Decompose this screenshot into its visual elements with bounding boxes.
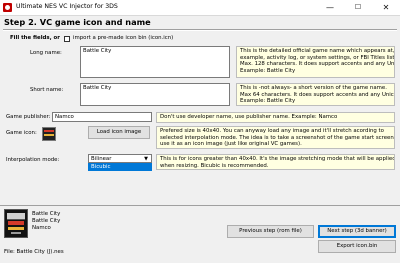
- export-icon-button[interactable]: Export icon.bin: [318, 240, 396, 253]
- summary-file: File: Battle City (J).nes: [4, 249, 64, 255]
- load-icon-button[interactable]: Load icon image: [88, 126, 150, 139]
- import-icon-checkbox[interactable]: [64, 36, 70, 42]
- game-icon-info: Prefered size is 40x40. You can anyway l…: [156, 126, 395, 149]
- short-name-info-line: This is -not always- a short version of …: [240, 85, 387, 91]
- interpolation-info: This is for icons greater than 40x40. It…: [156, 154, 395, 170]
- interpolation-option-bicubic[interactable]: Bicubic: [89, 164, 151, 171]
- app-icon: [3, 3, 12, 12]
- interpolation-selected: Bilinear: [91, 156, 112, 162]
- minimize-button[interactable]: —: [316, 0, 344, 15]
- heading-separator: [3, 29, 397, 31]
- long-name-info-line: Example: Battle City: [240, 67, 296, 74]
- summary-publisher: Namco: [32, 225, 51, 231]
- long-name-input[interactable]: Battle City: [80, 46, 230, 78]
- short-name-input[interactable]: Battle City: [80, 83, 230, 106]
- short-name-info-line: Max 64 characters. It does support accen…: [240, 91, 394, 98]
- interpolation-label: Interpolation mode:: [6, 157, 60, 163]
- next-step-button[interactable]: Next step (3d banner): [318, 225, 396, 238]
- game-icon-info-line: use it as an icon image (just like origi…: [160, 141, 302, 148]
- long-name-label: Long name:: [30, 50, 62, 56]
- publisher-label: Game publisher:: [6, 114, 51, 120]
- chevron-down-icon[interactable]: ▼: [142, 155, 150, 163]
- short-name-label: Short name:: [30, 87, 64, 93]
- game-icon-info-line: Prefered size is 40x40. You can anyway l…: [160, 128, 384, 134]
- summary-long-name: Battle City: [32, 211, 61, 217]
- short-name-info: This is -not always- a short version of …: [236, 83, 395, 106]
- game-icon-preview: [42, 127, 56, 141]
- window-title: Ultimate NES VC Injector for 3DS: [16, 3, 118, 10]
- title-bar: Ultimate NES VC Injector for 3DS — ☐ ✕: [0, 0, 400, 16]
- game-icon-large-preview: [4, 209, 28, 238]
- interpolation-dropdown[interactable]: Bilinear ▼: [88, 154, 152, 163]
- interpolation-info-line: This is for icons greater than 40x40. It…: [160, 156, 395, 162]
- game-icon-label: Game icon:: [6, 130, 37, 136]
- previous-step-button[interactable]: Previous step (rom file): [227, 225, 314, 238]
- short-name-info-line: Example: Battle City: [240, 98, 296, 105]
- long-name-info: This is the detailed official game name …: [236, 46, 395, 78]
- close-button[interactable]: ✕: [372, 0, 400, 15]
- game-icon-info-line: selected interpolation mode. The idea is…: [160, 134, 395, 141]
- long-name-info-line: Max. 128 characters. It does support acc…: [240, 61, 395, 68]
- interpolation-info-line: when resizing. Bicubic is recommended.: [160, 162, 269, 169]
- publisher-input[interactable]: Namco: [52, 112, 152, 122]
- maximize-button[interactable]: ☐: [344, 0, 372, 15]
- interpolation-options-list[interactable]: Bicubic: [88, 163, 152, 171]
- fill-fields-label: Fill the fields, or: [10, 35, 60, 41]
- summary-short-name: Battle City: [32, 218, 61, 224]
- publisher-info-text: Don't use developer name, use publisher …: [160, 114, 338, 120]
- import-icon-checkbox-label[interactable]: import a pre-made icon bin (icon.icn): [73, 35, 173, 42]
- long-name-info-line: example, activity log, or system setting…: [240, 54, 395, 61]
- step-title: Step 2. VC game icon and name: [4, 17, 151, 27]
- long-name-info-line: This is the detailed official game name …: [240, 48, 395, 54]
- publisher-info: Don't use developer name, use publisher …: [156, 112, 395, 123]
